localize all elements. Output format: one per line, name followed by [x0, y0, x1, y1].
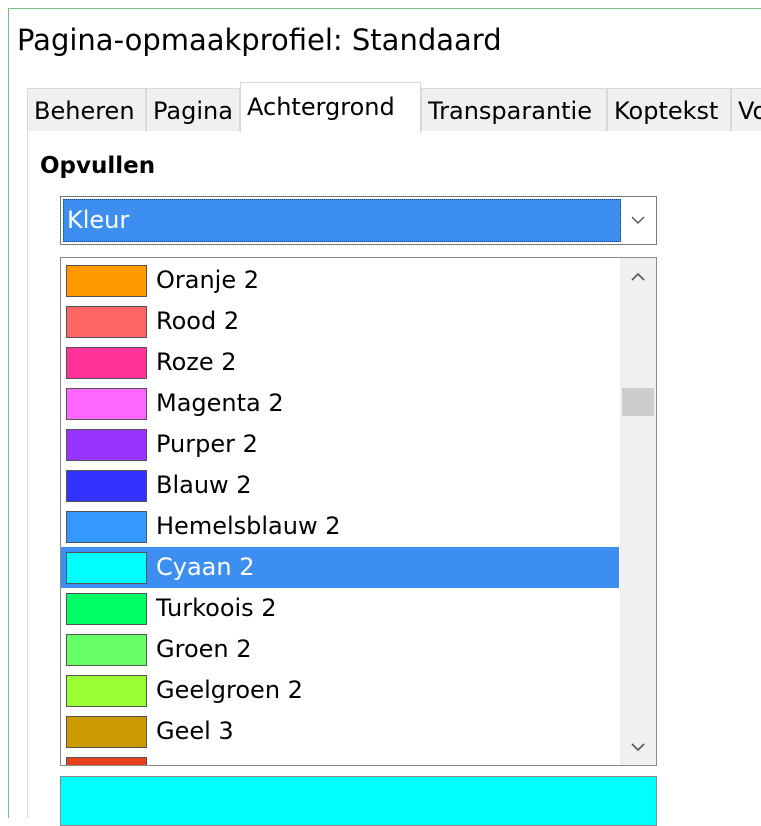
color-list-item[interactable]: Rood 2	[61, 301, 619, 342]
dropdown-button[interactable]	[620, 197, 656, 244]
color-list-item[interactable]: Purper 2	[61, 424, 619, 465]
color-swatch	[66, 593, 147, 625]
chevron-up-icon	[631, 272, 645, 281]
color-name-label: Oranje 2	[156, 266, 260, 294]
color-swatch	[66, 306, 147, 338]
color-list-item[interactable]	[61, 752, 619, 765]
dialog-title: Pagina-opmaakprofiel: Standaard	[17, 23, 502, 57]
color-swatch	[66, 429, 147, 461]
tab-pagina[interactable]: Pagina	[146, 88, 240, 132]
chevron-down-icon	[631, 742, 645, 751]
color-swatch	[66, 511, 147, 543]
color-list-item[interactable]: Hemelsblauw 2	[61, 506, 619, 547]
color-name-label: Turkoois 2	[156, 594, 277, 622]
color-swatch	[66, 634, 147, 666]
tab-achtergrond[interactable]: Achtergrond	[240, 82, 421, 133]
color-list-item[interactable]: Geel 3	[61, 711, 619, 752]
color-name-label: Hemelsblauw 2	[156, 512, 341, 540]
fill-type-dropdown[interactable]: Kleur	[60, 196, 657, 245]
color-swatch	[66, 347, 147, 379]
color-name-label: Groen 2	[156, 635, 252, 663]
scrollbar-thumb[interactable]	[622, 388, 654, 416]
color-list-item[interactable]: Oranje 2	[61, 260, 619, 301]
scroll-down-button[interactable]	[620, 729, 656, 765]
color-list-item[interactable]: Magenta 2	[61, 383, 619, 424]
color-list-item[interactable]: Geelgroen 2	[61, 670, 619, 711]
fill-type-selected-value: Kleur	[63, 199, 621, 242]
color-list-item[interactable]: Turkoois 2	[61, 588, 619, 629]
color-list-item[interactable]: Roze 2	[61, 342, 619, 383]
color-list-item[interactable]: Blauw 2	[61, 465, 619, 506]
window-border	[8, 8, 761, 9]
tab-voettekst[interactable]: Voettekst	[731, 88, 761, 132]
color-list[interactable]: Oranje 2 Rood 2 Roze 2 Magenta 2 Purper 2 Bla…	[60, 257, 657, 766]
color-swatch	[66, 716, 147, 748]
section-label-opvullen: Opvullen	[40, 153, 156, 179]
tab-strip: Beheren Pagina Achtergrond Transparantie…	[27, 82, 761, 133]
color-preview	[60, 776, 657, 826]
vertical-scrollbar[interactable]	[620, 258, 656, 765]
color-name-label: Magenta 2	[156, 389, 284, 417]
color-swatch	[66, 265, 147, 297]
tab-koptekst[interactable]: Koptekst	[607, 88, 731, 132]
color-name-label: Blauw 2	[156, 471, 252, 499]
color-name-label: Rood 2	[156, 307, 240, 335]
chevron-down-icon	[631, 216, 645, 224]
color-list-item[interactable]: Cyaan 2	[61, 547, 619, 588]
color-name-label: Geel 3	[156, 717, 234, 745]
color-swatch	[66, 388, 147, 420]
color-name-label: Purper 2	[156, 430, 258, 458]
tab-beheren[interactable]: Beheren	[27, 88, 146, 132]
color-swatch	[66, 470, 147, 502]
color-list-item[interactable]: Groen 2	[61, 629, 619, 670]
window-border	[8, 8, 9, 818]
color-swatch	[66, 757, 147, 765]
color-name-label: Geelgroen 2	[156, 676, 303, 704]
scroll-up-button[interactable]	[620, 258, 656, 294]
color-name-label: Roze 2	[156, 348, 237, 376]
color-swatch	[66, 675, 147, 707]
color-name-label: Cyaan 2	[156, 553, 255, 581]
color-swatch	[66, 552, 147, 584]
tab-transparantie[interactable]: Transparantie	[421, 88, 607, 132]
